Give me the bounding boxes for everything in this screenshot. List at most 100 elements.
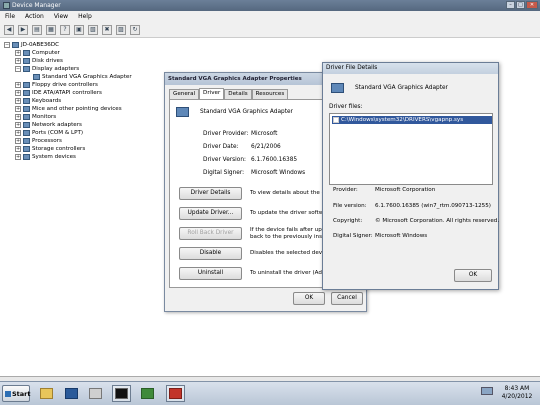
help-icon[interactable]: ? (60, 25, 70, 35)
driver-files-list[interactable]: C:\Windows\system32\DRIVERS\vgapnp.sys (329, 113, 493, 185)
toolbar: ◀ ▶ ▤ ▦ ? ▣ ▧ ✖ ▨ ↻ (0, 22, 540, 38)
driver-provider-label: Driver Provider: (203, 131, 249, 137)
dialog-title[interactable]: Driver File Details (323, 63, 498, 74)
list-item[interactable]: C:\Windows\system32\DRIVERS\vgapnp.sys (332, 116, 492, 124)
tree-item-mice[interactable]: + Mice and other pointing devices (15, 105, 122, 113)
driver-files-label: Driver files: (329, 104, 363, 110)
tree-item-disk-drives[interactable]: + Disk drives (15, 57, 63, 65)
back-icon[interactable]: ◀ (4, 25, 14, 35)
roll-back-driver-button[interactable]: Roll Back Driver (179, 227, 242, 240)
menu-help[interactable]: Help (78, 13, 92, 22)
tree-item-keyboards[interactable]: + Keyboards (15, 97, 61, 105)
tree-item-storage[interactable]: + Storage controllers (15, 145, 85, 153)
tree-item-ports[interactable]: + Ports (COM & LPT) (15, 129, 83, 137)
uninstall-button[interactable]: Uninstall (179, 267, 242, 280)
menu-action[interactable]: Action (25, 13, 44, 22)
tree-item-system-devices[interactable]: + System devices (15, 153, 76, 161)
disable-button[interactable]: Disable (179, 247, 242, 260)
expand-icon[interactable]: + (15, 130, 21, 136)
network-tray-icon[interactable] (481, 387, 493, 395)
driver-provider-value: Microsoft (251, 131, 278, 137)
explorer-icon[interactable] (37, 385, 56, 402)
display-adapter-icon (176, 107, 189, 117)
menu-view[interactable]: View (54, 13, 68, 22)
minimize-icon[interactable]: – (506, 1, 515, 9)
tree-item-vga-adapter[interactable]: Standard VGA Graphics Adapter (33, 73, 132, 81)
toolbox-icon[interactable] (166, 385, 185, 402)
tree-label: Ports (COM & LPT) (32, 130, 84, 136)
tab-general[interactable]: General (169, 89, 200, 99)
driver-version-label: Driver Version: (203, 157, 246, 163)
digital-signer-label: Digital Signer: (333, 233, 373, 239)
file-icon (333, 117, 339, 123)
driver-file-details-dialog: Driver File Details Standard VGA Graphic… (322, 62, 499, 290)
forward-icon[interactable]: ▶ (18, 25, 28, 35)
ide-icon (23, 90, 30, 96)
network-icon (23, 122, 30, 128)
computer-icon (23, 50, 30, 56)
title-bar[interactable]: Device Manager – □ ✕ (0, 0, 540, 11)
expand-icon[interactable]: + (15, 146, 21, 152)
device-name: Standard VGA Graphics Adapter (200, 109, 293, 115)
windows-logo-icon (5, 391, 11, 397)
ok-button[interactable]: OK (454, 269, 492, 282)
update-icon[interactable]: ▣ (74, 25, 84, 35)
tab-resources[interactable]: Resources (251, 89, 289, 99)
expand-icon[interactable]: + (15, 82, 21, 88)
expand-icon[interactable]: + (15, 98, 21, 104)
expand-icon[interactable]: + (15, 154, 21, 160)
cancel-button[interactable]: Cancel (331, 292, 363, 305)
computer-icon (12, 42, 19, 48)
collapse-icon[interactable]: − (4, 42, 10, 48)
floppy-icon (23, 82, 30, 88)
tree-label: Disk drives (32, 58, 63, 64)
refresh-icon[interactable]: ↻ (130, 25, 140, 35)
tree-item-monitors[interactable]: + Monitors (15, 113, 56, 121)
menu-bar: File Action View Help (0, 11, 540, 22)
scan-icon[interactable]: ▦ (46, 25, 56, 35)
disable-icon[interactable]: ✖ (102, 25, 112, 35)
keyboard-icon (23, 98, 30, 104)
tab-details[interactable]: Details (224, 89, 252, 99)
clock[interactable]: 8:43 AM 4/20/2012 (498, 385, 536, 401)
tree-item-processors[interactable]: + Processors (15, 137, 62, 145)
expand-icon[interactable]: + (15, 50, 21, 56)
tab-driver[interactable]: Driver (199, 88, 225, 99)
clock-date: 4/20/2012 (501, 393, 533, 400)
server-manager-icon[interactable] (138, 385, 157, 402)
tree-item-display-adapters[interactable]: − Display adapters (15, 65, 79, 73)
tree-label: JD-0ABE36DC (21, 42, 60, 48)
expand-icon[interactable]: + (15, 122, 21, 128)
file-path: C:\Windows\system32\DRIVERS\vgapnp.sys (341, 117, 464, 123)
scan-hardware-icon[interactable]: ▨ (116, 25, 126, 35)
expand-icon[interactable]: + (15, 106, 21, 112)
uninstall-icon[interactable]: ▧ (88, 25, 98, 35)
expand-icon[interactable]: + (15, 58, 21, 64)
ok-button[interactable]: OK (293, 292, 325, 305)
command-prompt-icon[interactable] (86, 385, 105, 402)
driver-date-label: Driver Date: (203, 144, 239, 150)
start-button[interactable]: Start (2, 385, 31, 402)
disk-icon (23, 58, 30, 64)
driver-details-button[interactable]: Driver Details (179, 187, 242, 200)
update-driver-button[interactable]: Update Driver... (179, 207, 242, 220)
close-icon[interactable]: ✕ (526, 1, 538, 9)
tree-item-floppy[interactable]: + Floppy drive controllers (15, 81, 98, 89)
device-manager-icon (3, 2, 10, 9)
processor-icon (23, 138, 30, 144)
provider-value: Microsoft Corporation (375, 187, 436, 193)
tree-root[interactable]: − JD-0ABE36DC (4, 41, 59, 49)
expand-icon[interactable]: + (15, 114, 21, 120)
expand-icon[interactable]: + (15, 90, 21, 96)
menu-file[interactable]: File (5, 13, 15, 22)
maximize-icon[interactable]: □ (516, 1, 525, 9)
expand-icon[interactable]: + (15, 138, 21, 144)
collapse-icon[interactable]: − (15, 66, 21, 72)
powershell-icon[interactable] (62, 385, 81, 402)
tree-item-network[interactable]: + Network adapters (15, 121, 82, 129)
command-prompt-icon[interactable] (112, 385, 131, 402)
tree-item-computer[interactable]: + Computer (15, 49, 60, 57)
properties-icon[interactable]: ▤ (32, 25, 42, 35)
tree-item-ide[interactable]: + IDE ATA/ATAPI controllers (15, 89, 102, 97)
tree-label: System devices (32, 154, 76, 160)
